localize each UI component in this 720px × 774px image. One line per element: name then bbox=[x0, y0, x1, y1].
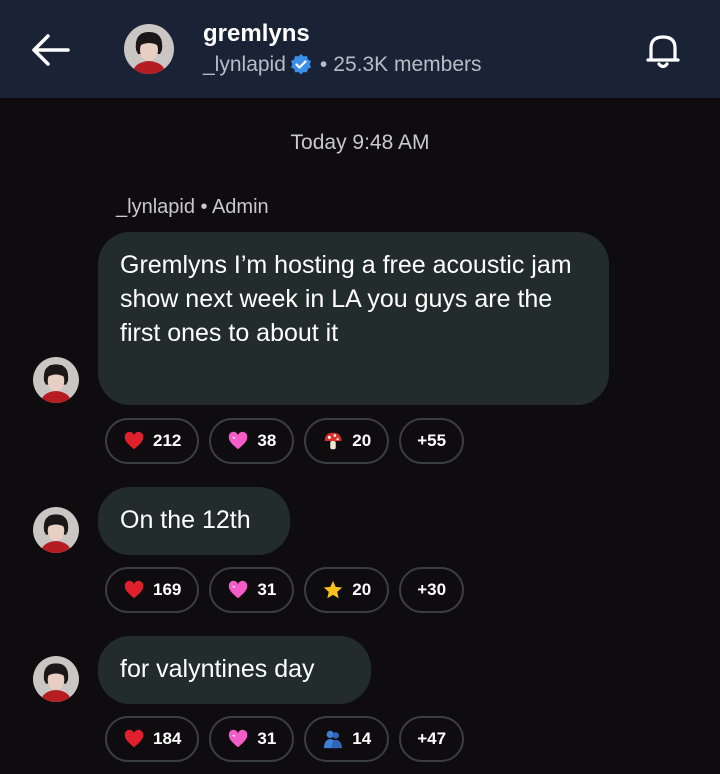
channel-avatar[interactable] bbox=[124, 24, 174, 74]
people-hugging-icon bbox=[322, 728, 344, 750]
reaction-count: 14 bbox=[352, 729, 372, 748]
reaction-count: 212 bbox=[153, 431, 182, 450]
red-heart-icon bbox=[123, 430, 145, 452]
red-heart-icon bbox=[123, 728, 145, 750]
verified-badge-icon bbox=[289, 53, 313, 77]
reaction-count: +55 bbox=[417, 431, 447, 450]
message-text: for valyntines day bbox=[120, 655, 315, 683]
reaction-bar: 184 31 14 +47 bbox=[105, 716, 465, 762]
pink-heart-icon bbox=[227, 430, 249, 452]
chat-header: gremlyns _lynlapid • 25.3K members bbox=[0, 0, 720, 98]
member-count: 25.3K members bbox=[333, 53, 482, 76]
reaction-bar: 169 31 20 +30 bbox=[105, 567, 465, 613]
pink-heart-icon bbox=[227, 579, 249, 601]
reaction-chip[interactable]: 212 bbox=[105, 418, 200, 464]
channel-title[interactable]: gremlyns bbox=[203, 20, 310, 48]
sender-avatar[interactable] bbox=[33, 357, 79, 403]
star-icon bbox=[322, 579, 344, 601]
reaction-count: 38 bbox=[257, 431, 277, 450]
reaction-chip[interactable]: 31 bbox=[209, 716, 295, 762]
owner-name: _lynlapid bbox=[203, 53, 286, 76]
reaction-chip[interactable]: 38 bbox=[209, 418, 295, 464]
reaction-chip[interactable]: 20 bbox=[304, 567, 390, 613]
author-line: _lynlapid • Admin bbox=[116, 196, 269, 218]
message-bubble[interactable]: Gremlyns I’m hosting a free acoustic jam… bbox=[98, 232, 609, 405]
reaction-chip[interactable]: 169 bbox=[105, 567, 200, 613]
reaction-count: 184 bbox=[153, 729, 182, 748]
message-bubble[interactable]: for valyntines day bbox=[98, 636, 371, 704]
message-text: Gremlyns I’m hosting a free acoustic jam… bbox=[120, 251, 572, 347]
channel-subtitle: _lynlapid • 25.3K members bbox=[203, 53, 482, 77]
separator-dot: • bbox=[319, 53, 328, 76]
pink-heart-icon bbox=[227, 728, 249, 750]
reaction-chip[interactable]: 20 bbox=[304, 418, 390, 464]
more-reactions-chip[interactable]: +47 bbox=[399, 716, 465, 762]
reaction-count: +47 bbox=[417, 729, 447, 748]
reaction-count: 31 bbox=[257, 729, 277, 748]
red-heart-icon bbox=[123, 579, 145, 601]
bell-icon[interactable] bbox=[640, 28, 686, 74]
sender-avatar[interactable] bbox=[33, 507, 79, 553]
more-reactions-chip[interactable]: +55 bbox=[399, 418, 465, 464]
back-arrow-icon[interactable] bbox=[28, 30, 72, 70]
reaction-count: +30 bbox=[417, 580, 447, 599]
reaction-count: 31 bbox=[257, 580, 277, 599]
reaction-count: 169 bbox=[153, 580, 182, 599]
reaction-count: 20 bbox=[352, 431, 372, 450]
reaction-count: 20 bbox=[352, 580, 372, 599]
message-timestamp: Today 9:48 AM bbox=[290, 131, 430, 154]
sender-avatar[interactable] bbox=[33, 656, 79, 702]
message-text: On the 12th bbox=[120, 506, 251, 534]
more-reactions-chip[interactable]: +30 bbox=[399, 567, 465, 613]
mushroom-icon bbox=[322, 430, 344, 452]
reaction-chip[interactable]: 14 bbox=[304, 716, 390, 762]
message-bubble[interactable]: On the 12th bbox=[98, 487, 290, 555]
reaction-chip[interactable]: 31 bbox=[209, 567, 295, 613]
reaction-chip[interactable]: 184 bbox=[105, 716, 200, 762]
reaction-bar: 212 38 20 +55 bbox=[105, 418, 465, 464]
